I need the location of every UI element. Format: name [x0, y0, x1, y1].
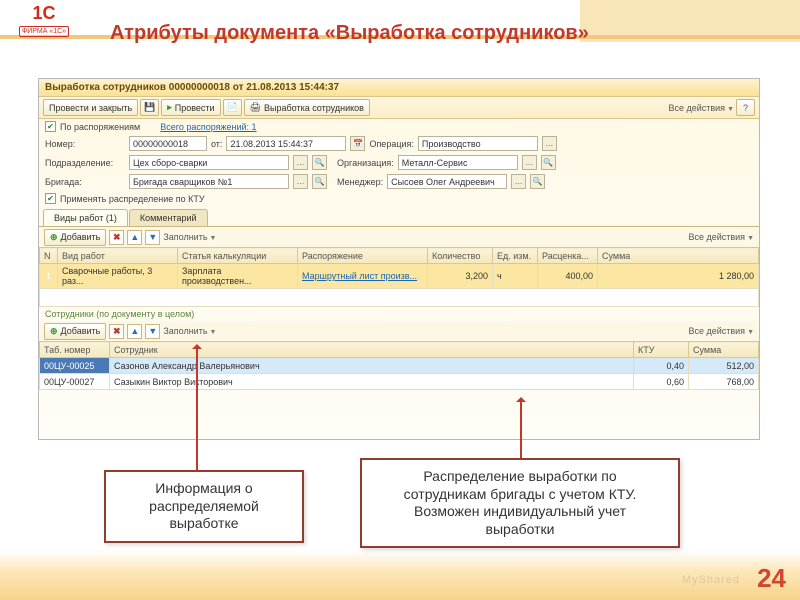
ktu-label: Применять распределение по КТУ — [60, 194, 205, 204]
col-article[interactable]: Статья калькуляции — [178, 248, 298, 264]
works-all-actions[interactable]: Все действия▼ — [688, 232, 754, 242]
date-picker-icon[interactable]: 📅 — [350, 136, 365, 151]
dept-open-icon[interactable]: 🔍 — [312, 155, 327, 170]
number-label: Номер: — [45, 139, 125, 149]
org-open-icon[interactable]: 🔍 — [541, 155, 556, 170]
col-n[interactable]: N — [40, 248, 58, 264]
print-form-button[interactable]: 🖨 Выработка сотрудников — [244, 99, 370, 116]
table-row[interactable]: 00ЦУ-00025 Сазонов Александр Валерьянови… — [40, 358, 759, 374]
organization-label: Организация: — [337, 158, 394, 168]
save-icon[interactable]: 💾 — [140, 99, 159, 116]
watermark: MyShared — [682, 574, 740, 586]
move-down-icon[interactable]: ▼ — [145, 230, 160, 245]
col-ktu[interactable]: КТУ — [634, 342, 689, 358]
col-empsum[interactable]: Сумма — [689, 342, 759, 358]
org-select-icon[interactable]: … — [522, 155, 537, 170]
all-actions-menu[interactable]: Все действия▼ — [668, 103, 734, 113]
fill-menu[interactable]: Заполнить▼ — [163, 232, 216, 242]
col-unit[interactable]: Ед. изм. — [493, 248, 538, 264]
emp-up-icon[interactable]: ▲ — [127, 324, 142, 339]
manager-field[interactable]: Сысоев Олег Андреевич — [387, 174, 507, 189]
help-icon[interactable]: ? — [736, 99, 755, 116]
works-toolbar: ⊕Добавить ✖ ▲ ▼ Заполнить▼ Все действия▼ — [39, 227, 759, 247]
manager-label: Менеджер: — [337, 177, 383, 187]
logo-text: 1C — [14, 6, 74, 20]
by-orders-label: По распоряжениям — [60, 122, 140, 132]
main-toolbar: Провести и закрыть 💾 ▸Провести 📄 🖨 Выраб… — [39, 97, 759, 119]
table-row[interactable]: 1 Сварочные работы, 3 раз... Зарплата пр… — [40, 264, 759, 289]
employees-toolbar: ⊕Добавить ✖ ▲ ▼ Заполнить▼ Все действия▼ — [39, 321, 759, 341]
employees-table: Таб. номер Сотрудник КТУ Сумма 00ЦУ-0002… — [39, 341, 759, 390]
emp-down-icon[interactable]: ▼ — [145, 324, 160, 339]
number-field[interactable]: 00000000018 — [129, 136, 207, 151]
emp-all-actions[interactable]: Все действия▼ — [688, 326, 754, 336]
employees-section-title: Сотрудники (по документу в целом) — [39, 307, 759, 321]
manager-open-icon[interactable]: 🔍 — [530, 174, 545, 189]
callout-1: Информация о распределяемой выработке — [104, 470, 304, 543]
arrow-2 — [520, 398, 522, 458]
col-rate[interactable]: Расценка... — [538, 248, 598, 264]
delete-row-icon[interactable]: ✖ — [109, 230, 124, 245]
col-order[interactable]: Распоряжение — [298, 248, 428, 264]
emp-delete-icon[interactable]: ✖ — [109, 324, 124, 339]
emp-fill-menu[interactable]: Заполнить▼ — [163, 326, 216, 336]
slide-title: Атрибуты документа «Выработка сотруднико… — [110, 22, 589, 45]
ktu-checkbox[interactable]: ✔ — [45, 193, 56, 204]
brigade-field[interactable]: Бригада сварщиков №1 — [129, 174, 289, 189]
tab-works[interactable]: Виды работ (1) — [43, 209, 128, 226]
report-icon[interactable]: 📄 — [223, 99, 242, 116]
col-qty[interactable]: Количество — [428, 248, 493, 264]
operation-field[interactable]: Производство — [418, 136, 538, 151]
arrow-1 — [196, 345, 198, 470]
tabs: Виды работ (1) Комментарий — [39, 209, 759, 227]
organization-field[interactable]: Металл-Сервис — [398, 155, 518, 170]
col-empname[interactable]: Сотрудник — [110, 342, 634, 358]
add-work-button[interactable]: ⊕Добавить — [44, 229, 106, 246]
col-sum[interactable]: Сумма — [598, 248, 759, 264]
by-orders-checkbox[interactable]: ✔ — [45, 121, 56, 132]
orders-count-link[interactable]: Всего распоряжений: 1 — [160, 122, 256, 132]
brigade-label: Бригада: — [45, 177, 125, 187]
date-from-label: от: — [211, 139, 222, 149]
manager-select-icon[interactable]: … — [511, 174, 526, 189]
date-field[interactable]: 21.08.2013 15:44:37 — [226, 136, 346, 151]
department-label: Подразделение: — [45, 158, 125, 168]
logo-sub: ФИРМА «1С» — [19, 26, 69, 37]
col-tabnum[interactable]: Таб. номер — [40, 342, 110, 358]
operation-label: Операция: — [369, 139, 413, 149]
works-table: N Вид работ Статья калькуляции Распоряже… — [39, 247, 759, 289]
app-window: Выработка сотрудников 00000000018 от 21.… — [38, 78, 760, 440]
post-and-close-button[interactable]: Провести и закрыть — [43, 99, 138, 116]
slide-number: 24 — [757, 563, 786, 594]
brigade-open-icon[interactable]: 🔍 — [312, 174, 327, 189]
add-emp-button[interactable]: ⊕Добавить — [44, 323, 106, 340]
brand-logo: 1C ФИРМА «1С» — [14, 6, 74, 38]
callout-2: Распределение выработки по сотрудникам б… — [360, 458, 680, 548]
window-title: Выработка сотрудников 00000000018 от 21.… — [39, 79, 759, 97]
order-link[interactable]: Маршрутный лист произв... — [302, 271, 417, 281]
post-button[interactable]: ▸Провести — [161, 99, 220, 116]
department-field[interactable]: Цех сборо-сварки — [129, 155, 289, 170]
brigade-select-icon[interactable]: … — [293, 174, 308, 189]
col-kind[interactable]: Вид работ — [58, 248, 178, 264]
dept-select-icon[interactable]: … — [293, 155, 308, 170]
table-row[interactable]: 00ЦУ-00027 Сазыкин Виктор Викторович 0,6… — [40, 374, 759, 390]
move-up-icon[interactable]: ▲ — [127, 230, 142, 245]
operation-select-icon[interactable]: … — [542, 136, 557, 151]
tab-comment[interactable]: Комментарий — [129, 209, 208, 226]
